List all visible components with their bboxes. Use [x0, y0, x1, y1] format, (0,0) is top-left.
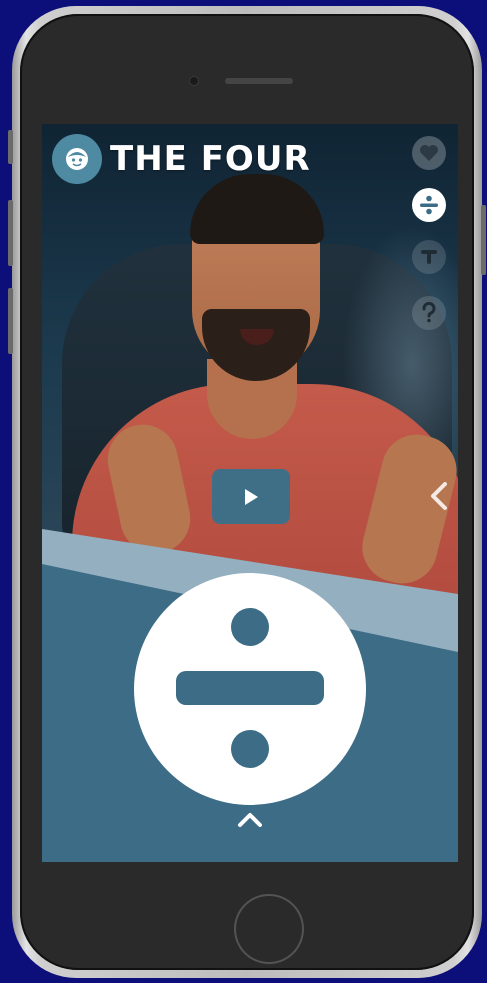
mute-switch — [8, 130, 13, 164]
divide-symbol-card — [134, 573, 366, 805]
chevron-up-icon[interactable] — [236, 809, 264, 829]
home-button[interactable] — [234, 894, 304, 964]
volume-down-button — [8, 288, 13, 354]
app-screen: THE FOUR — [42, 124, 458, 862]
power-button — [481, 205, 486, 275]
earpiece-speaker — [225, 78, 293, 84]
volume-up-button — [8, 200, 13, 266]
front-camera — [190, 77, 198, 85]
